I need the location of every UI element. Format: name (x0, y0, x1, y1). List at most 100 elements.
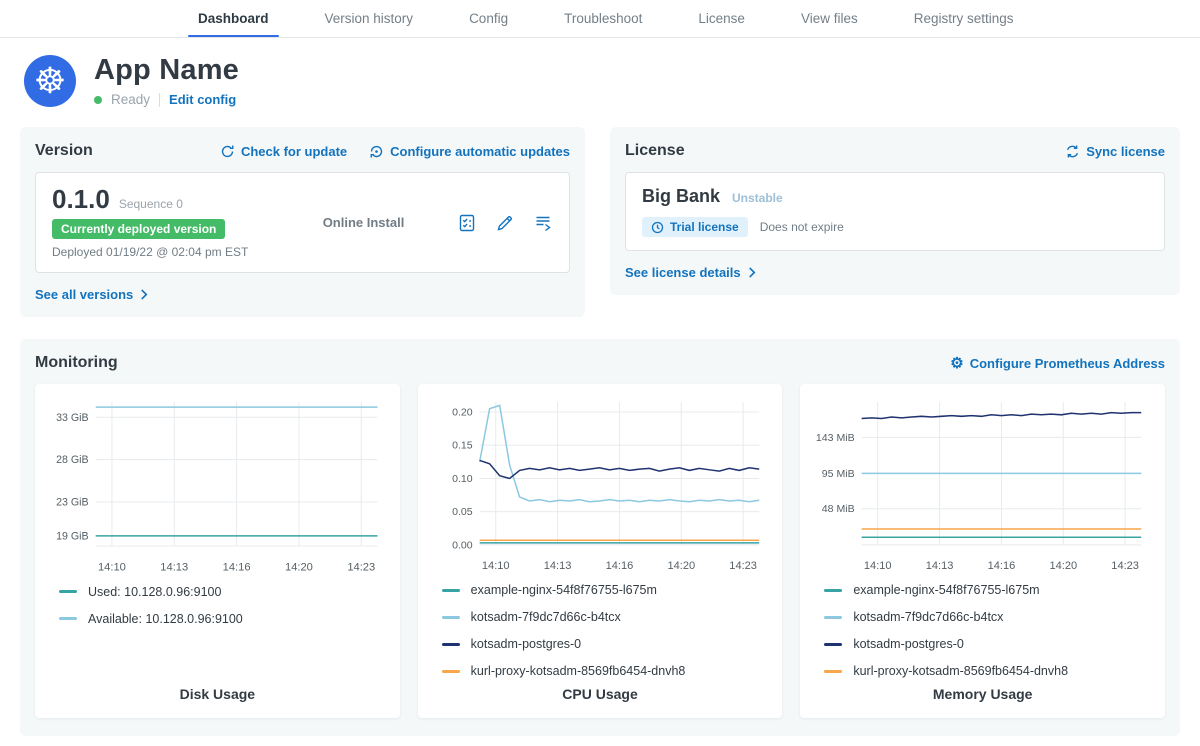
svg-text:14:10: 14:10 (864, 560, 892, 572)
sync-icon (1065, 144, 1080, 159)
svg-text:23 GiB: 23 GiB (56, 497, 88, 509)
legend-item: kotsadm-postgres-0 (824, 637, 1155, 651)
deployed-timestamp: Deployed 01/19/22 @ 02:04 pm EST (52, 245, 270, 259)
series-color-swatch (824, 643, 842, 646)
kubernetes-logo-icon: ☸ (24, 55, 76, 107)
monitoring-section: Monitoring ⚙ Configure Prometheus Addres… (20, 339, 1180, 736)
status-text: Ready (111, 92, 150, 107)
channel-label: Unstable (732, 191, 783, 205)
edit-config-link[interactable]: Edit config (169, 92, 236, 107)
chevron-right-icon (140, 289, 148, 300)
install-type-label: Online Install (270, 215, 457, 230)
cpu-usage-chart: 0.000.050.100.150.2014:1014:1314:1614:20… (428, 396, 773, 575)
tab-config[interactable]: Config (441, 0, 536, 37)
series-label: kotsadm-postgres-0 (471, 637, 581, 651)
deploy-logs-icon[interactable] (533, 213, 553, 233)
legend-item: Used: 10.128.0.96:9100 (59, 585, 390, 599)
memory-usage-chart-card: 48 MiB95 MiB143 MiB14:1014:1314:1614:201… (800, 384, 1165, 718)
disk-usage-legend: Used: 10.128.0.96:9100 Available: 10.128… (45, 585, 390, 626)
svg-text:0.00: 0.00 (452, 540, 473, 552)
top-nav: Dashboard Version history Config Trouble… (0, 0, 1200, 38)
svg-text:14:23: 14:23 (729, 560, 757, 572)
license-card-title: License (625, 142, 685, 160)
svg-text:19 GiB: 19 GiB (56, 531, 88, 543)
series-label: Available: 10.128.0.96:9100 (88, 612, 243, 626)
legend-item: kotsadm-postgres-0 (442, 637, 773, 651)
chart-title: Disk Usage (45, 678, 390, 702)
current-version-box: 0.1.0 Sequence 0 Currently deployed vers… (35, 172, 570, 273)
configure-prometheus-label: Configure Prometheus Address (970, 356, 1165, 371)
deployed-badge: Currently deployed version (52, 219, 225, 239)
tab-registry-settings[interactable]: Registry settings (886, 0, 1042, 37)
svg-text:14:20: 14:20 (285, 562, 313, 574)
trial-license-badge: Trial license (642, 217, 748, 237)
legend-item: kurl-proxy-kotsadm-8569fb6454-dnvh8 (442, 664, 773, 678)
app-header: ☸ App Name Ready Edit config (0, 38, 1200, 117)
svg-text:14:23: 14:23 (347, 562, 375, 574)
gear-icon: ⚙ (950, 356, 963, 371)
expiration-label: Does not expire (760, 220, 844, 234)
memory-usage-chart: 48 MiB95 MiB143 MiB14:1014:1314:1614:201… (810, 396, 1155, 575)
sync-license-link[interactable]: Sync license (1065, 144, 1165, 159)
legend-item: Available: 10.128.0.96:9100 (59, 612, 390, 626)
series-color-swatch (442, 670, 460, 673)
series-label: example-nginx-54f8f76755-l675m (471, 583, 657, 597)
svg-text:28 GiB: 28 GiB (56, 455, 88, 467)
disk-usage-chart: 19 GiB23 GiB28 GiB33 GiB14:1014:1314:161… (45, 396, 390, 576)
series-color-swatch (442, 616, 460, 619)
svg-text:0.15: 0.15 (452, 440, 473, 452)
status-dot-icon (94, 96, 102, 104)
svg-text:14:13: 14:13 (160, 562, 188, 574)
svg-text:143 MiB: 143 MiB (816, 432, 855, 444)
tab-view-files[interactable]: View files (773, 0, 886, 37)
see-all-versions-label: See all versions (35, 287, 133, 302)
svg-text:14:16: 14:16 (988, 560, 1016, 572)
preflight-checks-icon[interactable] (457, 213, 477, 233)
series-color-swatch (824, 670, 842, 673)
series-color-swatch (824, 589, 842, 592)
auto-update-icon (369, 144, 384, 159)
version-card-title: Version (35, 142, 93, 160)
series-label: kotsadm-7f9dc7d66c-b4tcx (471, 610, 621, 624)
series-color-swatch (59, 590, 77, 593)
configure-prometheus-link[interactable]: ⚙ Configure Prometheus Address (950, 356, 1165, 371)
see-license-details-link[interactable]: See license details (625, 265, 756, 280)
legend-item: example-nginx-54f8f76755-l675m (442, 583, 773, 597)
series-label: kurl-proxy-kotsadm-8569fb6454-dnvh8 (853, 664, 1068, 678)
refresh-icon (220, 144, 235, 159)
see-all-versions-link[interactable]: See all versions (35, 287, 148, 302)
chart-title: CPU Usage (428, 678, 773, 702)
series-label: example-nginx-54f8f76755-l675m (853, 583, 1039, 597)
tab-dashboard[interactable]: Dashboard (170, 0, 297, 37)
sequence-label: Sequence 0 (119, 197, 183, 211)
series-label: kurl-proxy-kotsadm-8569fb6454-dnvh8 (471, 664, 686, 678)
series-label: kotsadm-7f9dc7d66c-b4tcx (853, 610, 1003, 624)
svg-text:14:10: 14:10 (482, 560, 510, 572)
svg-text:95 MiB: 95 MiB (822, 468, 855, 480)
chevron-right-icon (748, 267, 756, 278)
tab-troubleshoot[interactable]: Troubleshoot (536, 0, 670, 37)
customer-name: Big Bank (642, 186, 720, 207)
clock-icon (651, 221, 664, 234)
tab-version-history[interactable]: Version history (297, 0, 442, 37)
configure-automatic-updates-link[interactable]: Configure automatic updates (369, 144, 570, 159)
check-for-update-label: Check for update (241, 144, 347, 159)
svg-text:48 MiB: 48 MiB (822, 504, 855, 516)
edit-config-icon[interactable] (495, 213, 515, 233)
version-card: Version Check for update Configure autom… (20, 127, 585, 317)
series-color-swatch (442, 589, 460, 592)
helm-wheel-icon: ☸ (34, 63, 66, 99)
svg-text:14:13: 14:13 (926, 560, 954, 572)
chart-title: Memory Usage (810, 678, 1155, 702)
monitoring-title: Monitoring (35, 354, 118, 372)
svg-text:14:10: 14:10 (98, 562, 126, 574)
svg-text:14:20: 14:20 (667, 560, 695, 572)
check-for-update-link[interactable]: Check for update (220, 144, 347, 159)
configure-automatic-updates-label: Configure automatic updates (390, 144, 570, 159)
tab-license[interactable]: License (670, 0, 773, 37)
svg-text:14:16: 14:16 (605, 560, 633, 572)
series-label: Used: 10.128.0.96:9100 (88, 585, 221, 599)
license-details-box: Big Bank Unstable Trial license Does not… (625, 172, 1165, 251)
svg-text:14:20: 14:20 (1050, 560, 1078, 572)
legend-item: example-nginx-54f8f76755-l675m (824, 583, 1155, 597)
